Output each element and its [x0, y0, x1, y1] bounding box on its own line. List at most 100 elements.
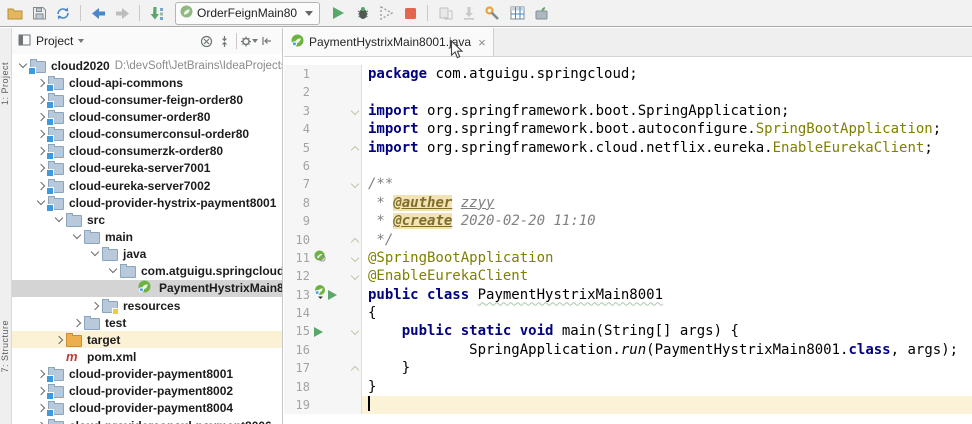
code-line[interactable]: 6 [284, 156, 972, 176]
chevron-down-icon[interactable] [106, 265, 120, 277]
chevron-down-icon[interactable] [52, 213, 66, 226]
tree-item[interactable]: cloud-provider-payment8002 [12, 383, 282, 401]
chevron-right-icon[interactable] [52, 334, 66, 346]
maven-toolbox-icon[interactable] [529, 2, 553, 24]
tree-item[interactable]: java [12, 246, 282, 263]
editor-gutter[interactable]: 18 [284, 377, 362, 397]
code-line[interactable]: 11 @SpringBootApplication [284, 248, 972, 268]
project-panel-title[interactable]: Project [36, 34, 73, 48]
spring-bean-icon[interactable] [314, 285, 326, 304]
fold-marker-icon[interactable] [350, 106, 360, 116]
chevron-down-icon[interactable] [70, 230, 84, 243]
editor-gutter[interactable]: 1 [284, 65, 362, 84]
code-line-text[interactable]: SpringApplication.run(PaymentHystrixMain… [362, 341, 972, 359]
code-line[interactable]: 7 /** [284, 175, 972, 194]
editor-gutter[interactable]: 14 [284, 304, 362, 323]
tree-item[interactable]: test [12, 314, 282, 331]
tree-item[interactable]: cloud-api-commons [12, 74, 282, 92]
editor-gutter[interactable]: 19 [284, 396, 362, 415]
synchronize-icon[interactable] [51, 2, 75, 24]
back-icon[interactable] [86, 2, 110, 24]
chevron-right-icon[interactable] [34, 420, 48, 424]
run-icon[interactable] [326, 2, 350, 24]
editor-gutter[interactable]: 4 [284, 120, 362, 139]
tool-window-button-project[interactable]: 1: Project [0, 62, 10, 105]
code-line[interactable]: 19 [284, 396, 972, 415]
code-line-text[interactable]: } [362, 359, 972, 377]
code-line[interactable]: 1 package com.atguigu.springcloud; [284, 65, 972, 84]
tree-item[interactable]: cloud-provider-hystrix-payment8001 [12, 194, 282, 212]
editor-gutter[interactable]: 16 [284, 340, 362, 360]
tree-item[interactable]: cloud-providerconsul-payment8006 [12, 417, 282, 424]
show-running-icon[interactable] [433, 2, 457, 24]
dump-threads-icon[interactable] [457, 2, 481, 24]
locate-icon[interactable] [197, 32, 215, 50]
code-line-text[interactable]: public class PaymentHystrixMain8001 [362, 286, 972, 304]
run-gutter-icon[interactable] [328, 289, 337, 300]
code-line[interactable]: 14 { [284, 304, 972, 323]
editor-gutter[interactable]: 3 [284, 101, 362, 121]
code-line-text[interactable]: @SpringBootApplication [362, 249, 972, 267]
editor-gutter[interactable]: 17 [284, 359, 362, 378]
editor-gutter[interactable]: 10 [284, 230, 362, 249]
stop-icon[interactable] [398, 2, 422, 24]
fold-marker-icon[interactable] [350, 366, 360, 375]
chevron-right-icon[interactable] [70, 317, 84, 329]
editor-gutter[interactable]: 13 [284, 285, 362, 305]
code-line-text[interactable]: import org.springframework.boot.SpringAp… [362, 102, 972, 120]
code-line[interactable]: 15 public static void main(String[] args… [284, 322, 972, 341]
code-line[interactable]: 17 } [284, 359, 972, 378]
close-icon[interactable]: × [478, 35, 486, 50]
code-line-text[interactable]: } [362, 378, 972, 396]
code-line[interactable]: 4 import org.springframework.boot.autocon… [284, 120, 972, 139]
spring-boot-gutter-icon[interactable] [314, 249, 326, 267]
gear-icon[interactable] [240, 32, 258, 50]
fold-marker-icon[interactable] [350, 253, 360, 263]
tree-item[interactable]: cloud-consumerzk-order80 [12, 143, 282, 161]
editor-gutter[interactable]: 2 [284, 83, 362, 102]
fold-marker-icon[interactable] [350, 272, 360, 281]
chevron-down-icon[interactable] [88, 247, 102, 260]
code-line-text[interactable]: public static void main(String[] args) { [362, 322, 972, 340]
tree-item[interactable]: cloud-eureka-server7001 [12, 160, 282, 178]
code-line-text[interactable]: import org.springframework.cloud.netflix… [362, 139, 972, 157]
editor-gutter[interactable]: 7 [284, 175, 362, 194]
code-line[interactable]: 13 public class PaymentHystrixMain8001 [284, 285, 972, 305]
tree-item[interactable]: com.atguigu.springcloud [12, 263, 282, 280]
tool-window-button-structure[interactable]: 7: Structure [0, 320, 10, 373]
editor-gutter[interactable]: 9 [284, 212, 362, 231]
tree-item[interactable]: cloud2020 D:\devSoft\JetBrains\IdeaProjec… [12, 57, 282, 75]
fold-marker-icon[interactable] [350, 327, 360, 336]
tree-item[interactable]: m pom.xml [12, 348, 282, 365]
tree-item[interactable]: cloud-consumer-order80 [12, 108, 282, 126]
collapse-all-icon[interactable] [215, 32, 233, 50]
code-line[interactable]: 3 import org.springframework.boot.SpringA… [284, 101, 972, 121]
run-gutter-icon[interactable] [314, 326, 323, 337]
tree-item[interactable]: main [12, 228, 282, 245]
code-line-text[interactable] [362, 157, 972, 175]
run-configuration-select[interactable]: OrderFeignMain80 [175, 1, 321, 25]
tree-item[interactable]: cloud-provider-payment8001 [12, 366, 282, 384]
code-line-text[interactable]: * @auther zzyy [362, 194, 972, 212]
hide-panel-icon[interactable] [258, 32, 276, 50]
code-line-text[interactable] [362, 396, 972, 415]
open-folder-icon[interactable] [3, 2, 27, 24]
run-with-coverage-icon[interactable] [374, 2, 398, 24]
code-line-text[interactable]: package com.atguigu.springcloud; [362, 65, 972, 83]
code-line[interactable]: 10 */ [284, 230, 972, 249]
code-line-text[interactable]: * @create 2020-02-20 11:10 [362, 212, 972, 230]
save-all-icon[interactable] [27, 2, 51, 24]
settings-wrench-icon[interactable] [481, 2, 505, 24]
code-line[interactable]: 8 * @auther zzyy [284, 193, 972, 213]
debug-icon[interactable] [350, 2, 374, 24]
tree-item[interactable]: cloud-consumerconsul-order80 [12, 126, 282, 144]
code-line[interactable]: 2 [284, 83, 972, 102]
code-line-text[interactable] [362, 83, 972, 101]
editor-gutter[interactable]: 11 [284, 248, 362, 268]
forward-icon[interactable] [110, 2, 134, 24]
code-line-text[interactable]: /** [362, 175, 972, 193]
tree-item[interactable]: PaymentHystrixMain8001 [12, 279, 282, 297]
code-line-text[interactable]: import org.springframework.boot.autoconf… [362, 120, 972, 138]
editor-gutter[interactable]: 5 [284, 138, 362, 157]
editor-gutter[interactable]: 8 [284, 193, 362, 213]
